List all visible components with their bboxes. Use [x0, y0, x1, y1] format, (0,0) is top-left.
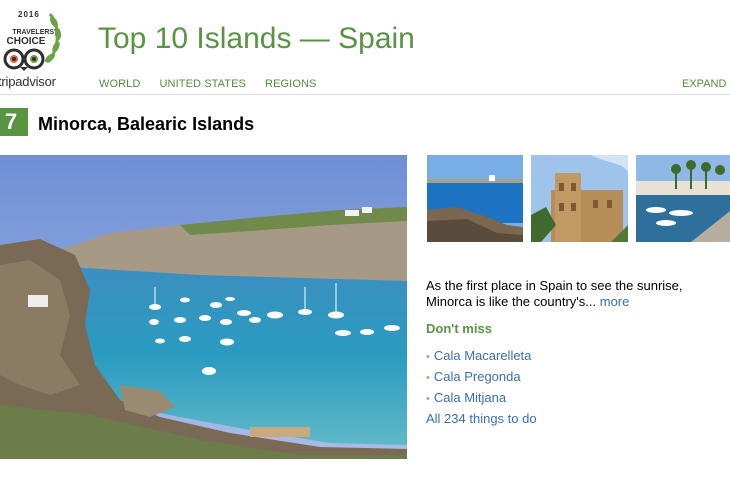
- bullet-icon: •: [426, 372, 430, 384]
- page-title: Top 10 Islands — Spain: [98, 22, 415, 55]
- award-year: 2016: [18, 10, 40, 19]
- thumbnail-castle[interactable]: [531, 155, 628, 242]
- award-line-2: CHOICE: [7, 36, 46, 47]
- header-divider: [0, 94, 730, 95]
- dont-miss-heading: Don't miss: [426, 321, 492, 336]
- nav-united-states[interactable]: UNITED STATES: [160, 78, 246, 90]
- award-line-1: TRAVELERS': [12, 29, 56, 36]
- nav-world[interactable]: WORLD: [99, 78, 140, 90]
- attraction-link-cala-mitjana[interactable]: Cala Mitjana: [434, 390, 506, 405]
- top-nav: WORLD UNITED STATES REGIONS: [99, 78, 332, 90]
- bullet-icon: •: [426, 351, 430, 363]
- island-description: As the first place in Spain to see the s…: [426, 278, 726, 310]
- description-text: As the first place in Spain to see the s…: [426, 278, 683, 309]
- thumbnail-coast[interactable]: [427, 155, 523, 242]
- dont-miss-list: • Cala Macarelleta • Cala Pregonda • Cala M…: [426, 346, 531, 409]
- list-item: • Cala Macarelleta: [426, 346, 531, 367]
- rank-number: 7: [4, 109, 18, 134]
- list-item: • Cala Pregonda: [426, 367, 531, 388]
- rank-badge: 7: [0, 108, 28, 136]
- all-things-to-do-link[interactable]: All 234 things to do: [426, 411, 537, 426]
- attraction-link-cala-pregonda[interactable]: Cala Pregonda: [434, 369, 521, 384]
- island-name: Minorca, Balearic Islands: [38, 114, 255, 134]
- expand-link[interactable]: EXPAND L: [682, 78, 730, 90]
- main-photo-cove[interactable]: [0, 155, 407, 459]
- tripadvisor-travelers-choice-logo: TRAVELERS' CHOICE 2016 tripadvisor: [0, 4, 64, 89]
- tripadvisor-wordmark: tripadvisor: [0, 74, 56, 89]
- bullet-icon: •: [426, 393, 430, 405]
- nav-regions[interactable]: REGIONS: [265, 78, 316, 90]
- more-link[interactable]: more: [600, 294, 630, 309]
- attraction-link-cala-macarelleta[interactable]: Cala Macarelleta: [434, 348, 532, 363]
- list-item: • Cala Mitjana: [426, 388, 531, 409]
- thumbnail-harbor[interactable]: [636, 155, 730, 242]
